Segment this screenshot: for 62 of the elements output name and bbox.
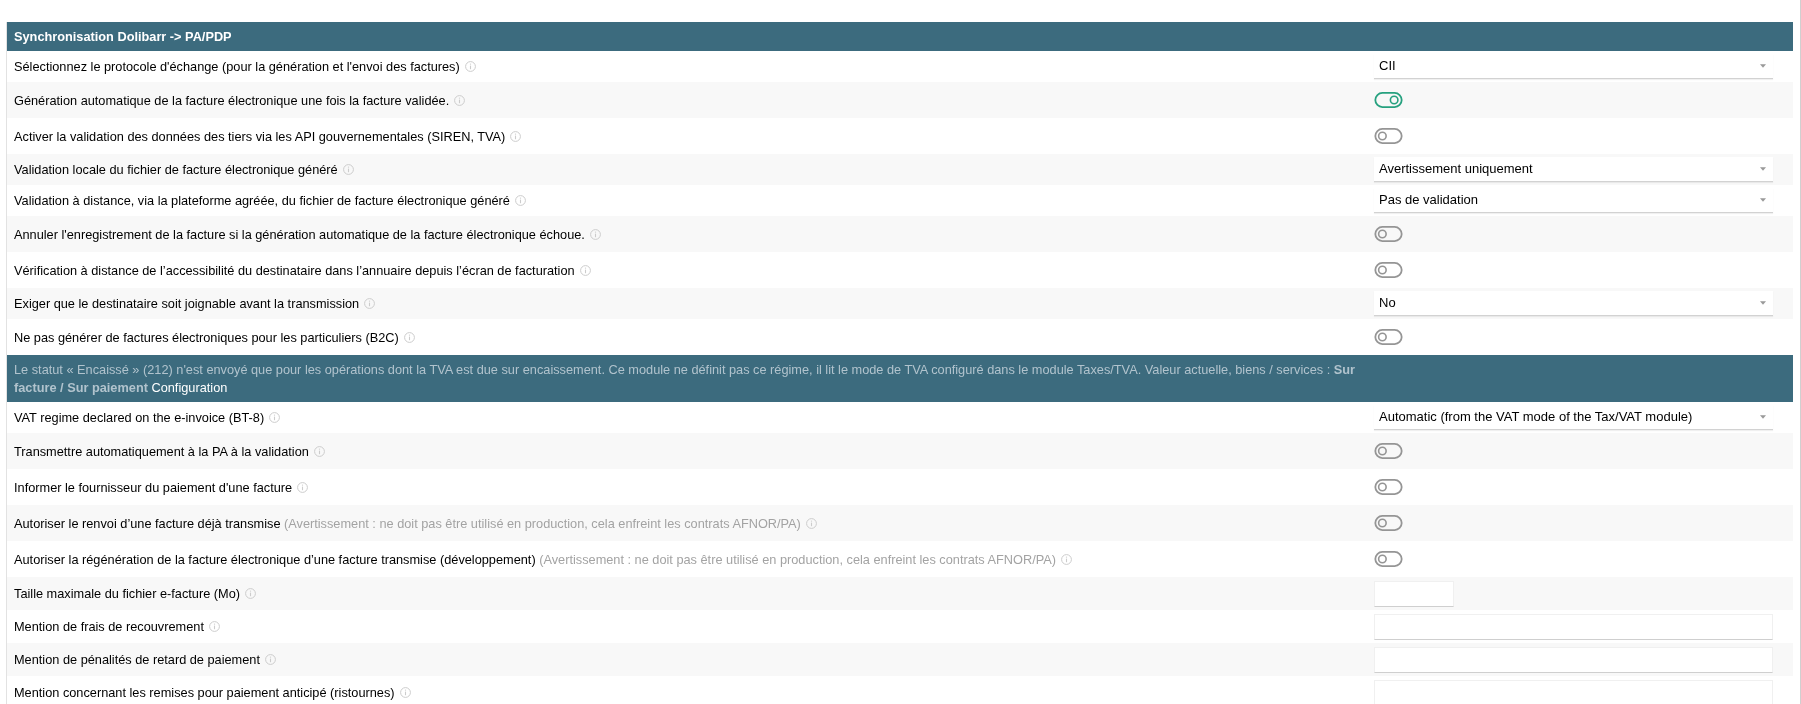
info-icon[interactable] (264, 654, 276, 665)
info-icon[interactable] (364, 298, 376, 309)
warning-note: (Avertissement : ne doit pas être utilisé en production, cela enfreint les contrats AFNOR/PA) (284, 515, 801, 531)
info-icon[interactable] (1061, 553, 1073, 565)
setting-label: Mention de frais de recouvrement (14, 619, 204, 634)
info-icon[interactable] (589, 228, 601, 240)
setting-label: Transmettre automatiquement à la PA à la validation (14, 443, 309, 459)
setting-label: Validation locale du fichier de facture électronique généré (14, 162, 338, 177)
setting-label: Ne pas générer de factures électroniques pour les particuliers (B2C) (14, 329, 399, 345)
info-icon[interactable] (245, 588, 257, 599)
info-icon[interactable] (208, 621, 220, 632)
input-field[interactable] (1374, 613, 1773, 640)
setting-label: Autoriser le renvoi d’une facture déjà transmise (14, 515, 281, 531)
info-icon[interactable] (403, 331, 415, 343)
setting-label: Sélectionnez le protocole d'échange (pour la génération et l'envoi des factures) (14, 59, 460, 74)
toggle-switch[interactable] (1374, 443, 1403, 459)
setting-label: Mention de pénalités de retard de paiement (14, 652, 260, 667)
toggle-switch[interactable] (1374, 329, 1403, 345)
setting-label: Informer le fournisseur du paiement d'une facture (14, 479, 293, 495)
toggle-switch[interactable] (1374, 479, 1403, 495)
info-icon[interactable] (514, 195, 526, 206)
toggle-switch[interactable] (1374, 515, 1403, 531)
setting-label: VAT regime declared on the e-invoice (BT-8) (14, 410, 265, 425)
info-icon[interactable] (313, 445, 325, 457)
info-icon[interactable] (269, 412, 281, 423)
info-icon[interactable] (454, 94, 466, 106)
info-icon[interactable] (342, 164, 354, 175)
info-icon[interactable] (464, 61, 476, 72)
toggle-switch[interactable] (1374, 128, 1403, 144)
caret-icon (1760, 301, 1766, 305)
info-icon[interactable] (399, 687, 411, 698)
setting-label: Autoriser la régénération de la facture électronique d’une facture transmise (développement) (14, 551, 536, 567)
caret-icon (1760, 167, 1766, 171)
section-heading: Synchronisation Dolibarr -> PA/PDP (14, 28, 232, 44)
info-icon[interactable] (805, 517, 817, 529)
setting-label: Validation à distance, via la plateforme agréée, du fichier de facture électronique généré (14, 193, 510, 208)
setting-label: Vérification à distance de l’accessibilité du destinataire dans l’annuaire depuis l’écran de facturation (14, 262, 575, 278)
warning-note: (Avertissement : ne doit pas être utilisé en production, cela enfreint les contrats AFNOR/PA) (539, 551, 1057, 567)
caret-icon (1760, 415, 1766, 419)
dropdown[interactable]: No (1374, 291, 1773, 316)
toggle-switch[interactable] (1374, 92, 1403, 108)
caret-icon (1760, 64, 1766, 68)
dropdown[interactable]: CII (1374, 54, 1773, 79)
toggle-switch[interactable] (1374, 226, 1403, 242)
setting-label: Génération automatique de la facture électronique une fois la facture validée. (14, 92, 450, 108)
dropdown[interactable]: Pas de validation (1374, 188, 1773, 213)
setting-label: Annuler l'enregistrement de la facture si la génération automatique de la facture électronique échoue. (14, 226, 585, 242)
info-icon[interactable] (579, 264, 591, 276)
setting-label: Exiger que le destinataire soit joignable avant la transmission (14, 296, 360, 311)
setting-label: Mention concernant les remises pour paiement anticipé (ristournes) (14, 685, 395, 700)
input-field[interactable] (1374, 646, 1773, 673)
info-icon[interactable] (510, 130, 522, 142)
dropdown[interactable]: Avertissement uniquement (1374, 157, 1773, 182)
setting-label: Taille maximale du fichier e-facture (Mo) (14, 586, 241, 601)
section-heading: Le statut « Encaissé » (212) n'est envoyé que pour les opérations dont la TVA est due sur encaissement. Ce module ne définit pas ce régime, il lit le mode de TVA configuré dans le module Taxes/TVA. Valeur actuelle, biens / services : Sur facture / Sur paiement Configuration (14, 361, 1355, 395)
toggle-switch[interactable] (1374, 551, 1403, 567)
toggle-switch[interactable] (1374, 262, 1403, 278)
info-icon[interactable] (297, 481, 309, 493)
dropdown[interactable]: Automatic (from the VAT mode of the Tax/VAT module) (1374, 405, 1773, 430)
caret-icon (1760, 198, 1766, 202)
input-field[interactable] (1374, 580, 1454, 607)
setting-label: Activer la validation des données des tiers via les API gouvernementales (SIREN, TVA) (14, 128, 506, 144)
